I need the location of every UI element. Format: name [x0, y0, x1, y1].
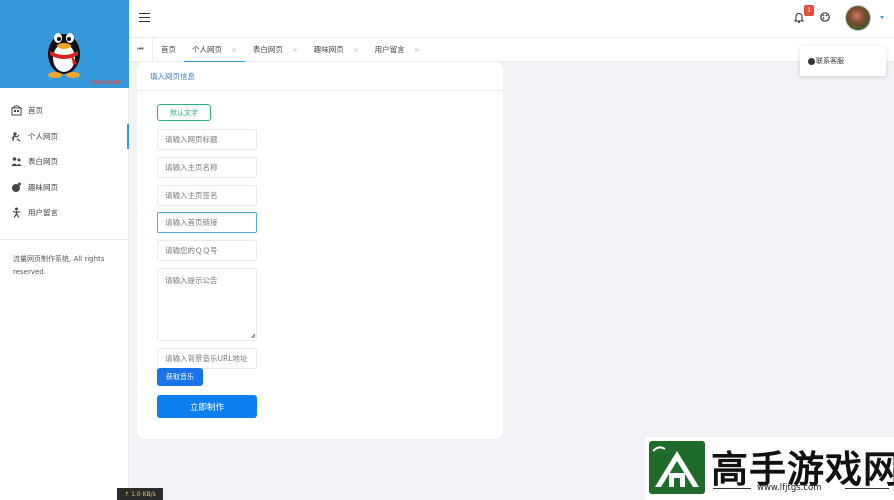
tab-personal-page[interactable]: 个人网页 ×: [184, 37, 245, 63]
tab-label: 表白网页: [252, 45, 283, 54]
watermark-logo-icon: [649, 441, 705, 494]
contact-support-item[interactable]: 联系客服: [816, 56, 844, 66]
speed-indicator: ↑ 1.0 KB/s: [117, 488, 163, 500]
top-header: 1: [129, 0, 894, 37]
watermark: 高手游戏网 www.lfjtgs.com: [645, 437, 894, 500]
user-dropdown-menu: 联系客服: [800, 46, 886, 76]
close-icon[interactable]: ×: [353, 46, 359, 54]
tab-label: 首页: [161, 45, 176, 54]
tab-label: 个人网页: [192, 45, 222, 54]
sidebar-item-label: 首页: [28, 106, 43, 116]
bell-icon[interactable]: [793, 12, 805, 25]
sidebar-item-label: 趣味网页: [28, 182, 58, 192]
message-icon: [11, 207, 22, 219]
watermark-line-left: [713, 488, 751, 489]
sidebar-item-personal-page[interactable]: 个人网页: [0, 123, 129, 149]
person-icon: [11, 131, 22, 142]
submit-button[interactable]: 立即制作: [157, 395, 257, 418]
sidebar-item-love-page[interactable]: 表白网页: [0, 149, 128, 175]
notice-placeholder: 请输入提示公告: [165, 276, 218, 285]
page-title-input[interactable]: 请输入网页标题: [157, 129, 257, 150]
notice-textarea[interactable]: 请输入提示公告 ◢: [157, 268, 257, 341]
sidebar-menu: 首页 个人网页 表白网页 趣味网页 用户留言: [0, 98, 129, 226]
fun-icon: [11, 182, 22, 193]
home-link-input[interactable]: 请输入首页链接: [157, 212, 257, 233]
qq-number-input[interactable]: 请输您的ＱＱ号: [157, 240, 257, 261]
sidebar-item-label: 用户留言: [28, 208, 58, 218]
card-title: 填入网页信息: [137, 62, 503, 91]
menu-toggle-icon[interactable]: [139, 13, 150, 25]
music-url-input[interactable]: 请输入背景音乐URL地址: [157, 348, 257, 369]
sidebar-item-label: 个人网页: [28, 131, 58, 141]
couple-icon: [11, 156, 22, 167]
sidebar-item-home[interactable]: 首页: [0, 98, 128, 124]
close-icon[interactable]: ×: [414, 46, 420, 54]
support-icon: [808, 57, 815, 65]
tab-fun-page[interactable]: 趣味网页 ×: [306, 37, 367, 62]
tab-label: 趣味网页: [313, 45, 344, 54]
tab-label: 用户留言: [374, 45, 405, 54]
logo-tag: FREEGEN.NET: [92, 80, 123, 85]
tab-love-page[interactable]: 表白网页 ×: [245, 37, 306, 62]
home-icon: [11, 105, 22, 116]
close-icon[interactable]: ×: [231, 46, 237, 54]
get-music-button[interactable]: 获取音乐: [157, 368, 203, 386]
tab-user-message[interactable]: 用户留言 ×: [367, 37, 428, 62]
notification-badge: 1: [804, 5, 814, 16]
home-signature-input[interactable]: 请输入主页签名: [157, 185, 257, 206]
sidebar-item-user-message[interactable]: 用户留言: [0, 200, 128, 226]
logo[interactable]: FREEGEN.NET: [0, 0, 129, 88]
sidebar: FREEGEN.NET 首页 个人网页 表白网页 趣味网页 用户留言 流量网页制…: [0, 0, 129, 500]
close-icon[interactable]: ×: [292, 46, 298, 54]
sidebar-item-fun-page[interactable]: 趣味网页: [0, 175, 128, 201]
avatar[interactable]: [845, 5, 871, 31]
sidebar-item-label: 表白网页: [28, 157, 58, 167]
sidebar-footer: 流量网页制作系统, All rights reserved.: [13, 254, 105, 276]
qq-penguin-logo: [48, 33, 80, 78]
tab-scroll-left-icon[interactable]: ⏮: [129, 37, 153, 62]
chevron-down-icon[interactable]: [880, 16, 884, 19]
resize-handle-icon[interactable]: ◢: [250, 332, 255, 339]
default-text-button[interactable]: 默认文字: [157, 104, 211, 121]
watermark-url: www.lfjtgs.com: [757, 483, 822, 493]
watermark-line-right: [845, 488, 889, 489]
form-card: 填入网页信息 默认文字 请输入网页标题 请输入主页名称 请输入主页签名 请输入首…: [137, 62, 503, 439]
tab-bar: ⏮ 首页 个人网页 × 表白网页 × 趣味网页 × 用户留言 ×: [129, 37, 894, 63]
home-name-input[interactable]: 请输入主页名称: [157, 157, 257, 178]
palette-icon[interactable]: [820, 12, 830, 24]
tab-home[interactable]: 首页: [153, 37, 184, 62]
